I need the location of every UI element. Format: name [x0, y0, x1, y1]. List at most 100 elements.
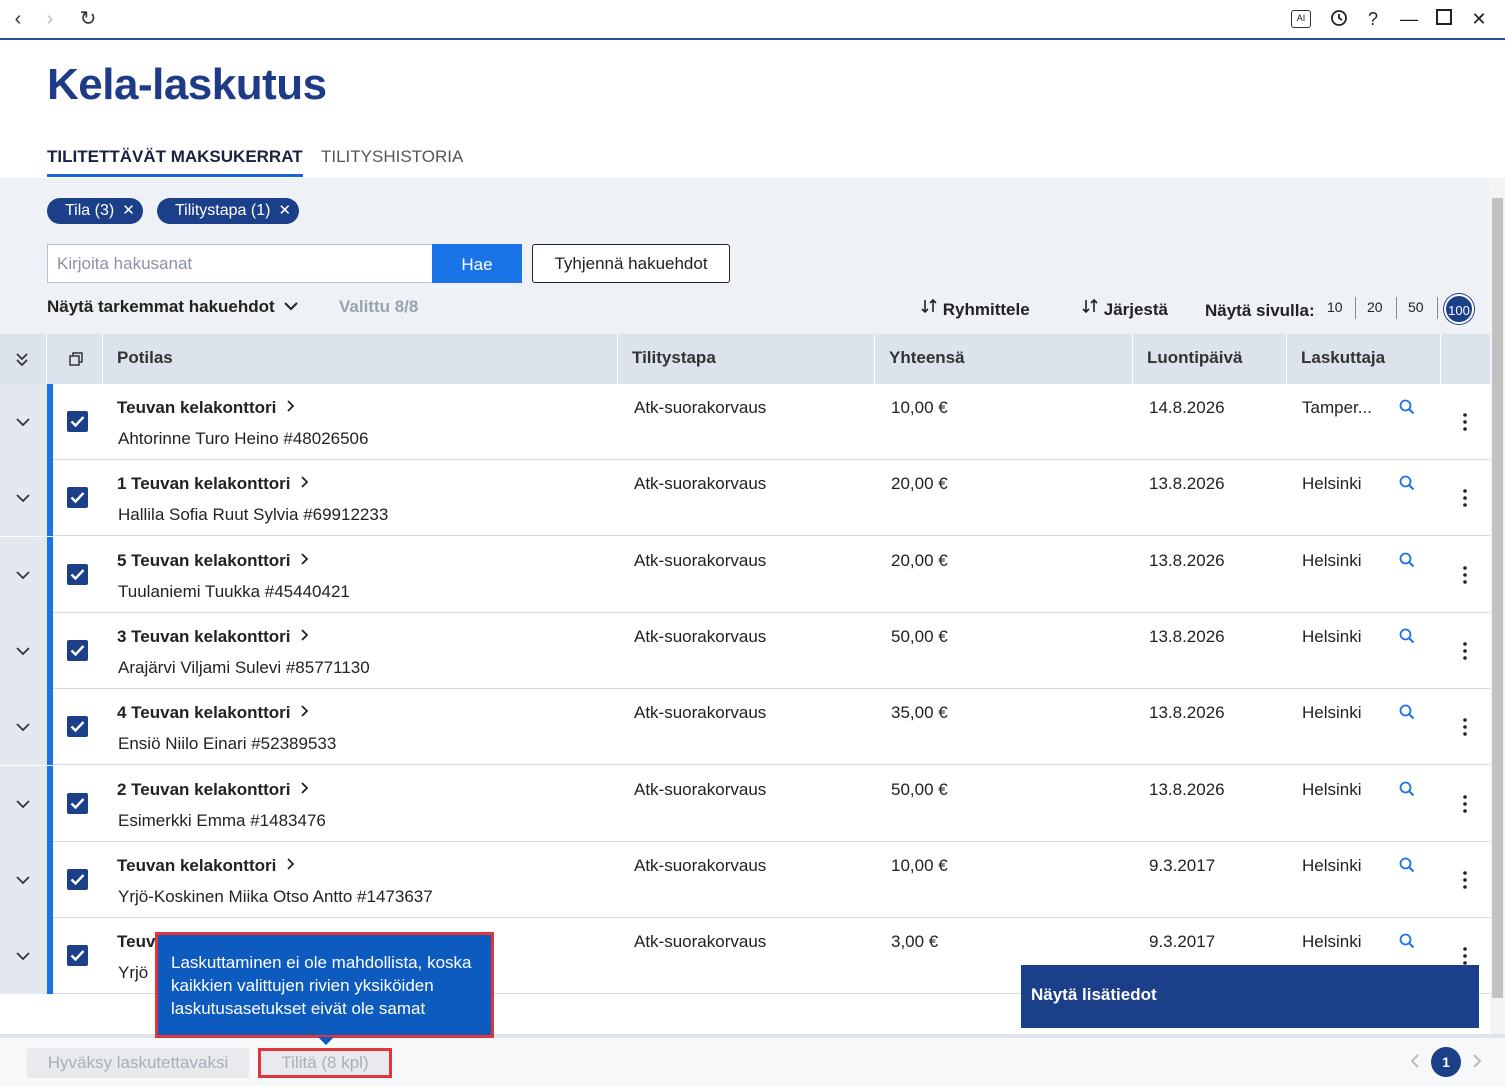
row-checkbox[interactable]	[67, 869, 88, 890]
per-page-10[interactable]: 10	[1327, 299, 1343, 315]
ai-icon[interactable]: AI	[1291, 10, 1311, 28]
row-expand-toggle[interactable]	[0, 460, 47, 536]
more-options-icon[interactable]	[1458, 794, 1472, 814]
table-row[interactable]: 2 Teuvan kelakonttori Esimerkki Emma #14…	[0, 766, 1490, 842]
more-options-icon[interactable]	[1458, 412, 1472, 432]
approve-button[interactable]: Hyväksy laskutettavaksi	[27, 1048, 249, 1078]
search-icon[interactable]	[1398, 627, 1416, 650]
office-link[interactable]: 5 Teuvan kelakonttori	[117, 551, 309, 571]
filter-chip-tilitystapa[interactable]: Tilitystapa (1) ✕	[157, 198, 300, 224]
filter-chip-tila[interactable]: Tila (3) ✕	[47, 198, 143, 224]
back-icon[interactable]: ‹	[6, 8, 30, 32]
tab-tilityshistoria[interactable]: TILITYSHISTORIA	[321, 147, 463, 177]
row-checkbox[interactable]	[67, 640, 88, 661]
search-icon[interactable]	[1398, 856, 1416, 879]
group-button[interactable]: Ryhmittele	[920, 297, 1030, 320]
table-row[interactable]: Teuvan kelakonttori Yrjö-Koskinen Miika …	[0, 842, 1490, 918]
search-button[interactable]: Hae	[432, 244, 522, 283]
table-row[interactable]: 3 Teuvan kelakonttori Arajärvi Viljami S…	[0, 613, 1490, 689]
office-link[interactable]: 4 Teuvan kelakonttori	[117, 703, 309, 723]
office-link[interactable]: 1 Teuvan kelakonttori	[117, 474, 309, 494]
column-yhteensa[interactable]: Yhteensä	[875, 334, 1133, 384]
search-icon[interactable]	[1398, 932, 1416, 955]
row-expand-toggle[interactable]	[0, 537, 47, 613]
chip-remove-icon[interactable]: ✕	[278, 202, 291, 219]
patient-name: Yrjö	[118, 963, 149, 982]
checkmark-icon	[70, 569, 85, 581]
row-checkbox[interactable]	[67, 793, 88, 814]
close-icon[interactable]: ✕	[1466, 8, 1492, 32]
divider	[1355, 297, 1356, 319]
details-panel-button[interactable]: Näytä lisätiedot	[1021, 965, 1479, 1028]
office-link[interactable]: Teuvan kelakonttori	[117, 398, 295, 418]
table-row[interactable]: 5 Teuvan kelakonttori Tuulaniemi Tuukka …	[0, 537, 1490, 613]
row-expand-toggle[interactable]	[0, 842, 47, 918]
page-title: Kela-laskutus	[47, 60, 327, 109]
search-icon[interactable]	[1398, 474, 1416, 497]
column-potilas[interactable]: Potilas	[103, 334, 618, 384]
biller: Helsinki	[1302, 474, 1362, 493]
row-checkbox[interactable]	[67, 564, 88, 585]
settle-button[interactable]: Tilitä (8 kpl)	[258, 1048, 392, 1078]
row-expand-toggle[interactable]	[0, 766, 47, 842]
office-link[interactable]: 2 Teuvan kelakonttori	[117, 780, 309, 800]
prev-page-icon[interactable]	[1408, 1052, 1422, 1075]
search-icon[interactable]	[1398, 551, 1416, 574]
search-input[interactable]: Kirjoita hakusanat	[47, 244, 433, 283]
select-all-icon[interactable]	[47, 334, 103, 384]
per-page-50[interactable]: 50	[1408, 299, 1424, 315]
office-link[interactable]: Teuvan kelakonttori	[117, 856, 295, 876]
chevron-right-icon	[301, 782, 309, 794]
advanced-search-toggle[interactable]: Näytä tarkemmat hakuehdot	[47, 297, 299, 317]
table-row[interactable]: Teuvan kelakonttori Ahtorinne Turo Heino…	[0, 384, 1490, 460]
row-checkbox[interactable]	[67, 716, 88, 737]
table-row[interactable]: 1 Teuvan kelakonttori Hallila Sofia Ruut…	[0, 460, 1490, 536]
table-row[interactable]: 4 Teuvan kelakonttori Ensiö Niilo Einari…	[0, 689, 1490, 765]
row-expand-toggle[interactable]	[0, 384, 47, 460]
maximize-icon[interactable]	[1431, 8, 1457, 32]
column-luontipaiva[interactable]: Luontipäivä	[1133, 334, 1287, 384]
reload-icon[interactable]: ↻	[76, 8, 100, 32]
per-page-20[interactable]: 20	[1367, 299, 1383, 315]
office-name: 3 Teuvan kelakonttori	[117, 627, 291, 646]
more-options-icon[interactable]	[1458, 488, 1472, 508]
office-name: 4 Teuvan kelakonttori	[117, 703, 291, 722]
table-header: Potilas Tilitystapa Yhteensä Luontipäivä…	[0, 334, 1490, 384]
patient-name: Tuulaniemi Tuukka #45440421	[118, 582, 350, 601]
patient-name: Esimerkki Emma #1483476	[118, 811, 326, 830]
minimize-icon[interactable]: —	[1396, 8, 1422, 32]
per-page-100[interactable]: 100	[1444, 294, 1474, 324]
vertical-scrollbar[interactable]	[1490, 178, 1505, 1034]
column-laskuttaja[interactable]: Laskuttaja	[1287, 334, 1441, 384]
row-expand-toggle[interactable]	[0, 918, 47, 994]
row-checkbox[interactable]	[67, 945, 88, 966]
help-icon[interactable]: ?	[1360, 8, 1386, 32]
search-icon[interactable]	[1398, 703, 1416, 726]
row-expand-toggle[interactable]	[0, 689, 47, 765]
checkmark-icon	[70, 645, 85, 657]
row-expand-toggle[interactable]	[0, 613, 47, 689]
chip-remove-icon[interactable]: ✕	[122, 202, 135, 219]
clear-filters-button[interactable]: Tyhjennä hakuehdot	[532, 244, 730, 283]
payment-method: Atk-suorakorvaus	[634, 398, 767, 417]
column-tilitystapa[interactable]: Tilitystapa	[618, 334, 875, 384]
more-options-icon[interactable]	[1458, 565, 1472, 585]
forward-icon[interactable]: ›	[38, 8, 62, 32]
sort-button[interactable]: Järjestä	[1081, 297, 1168, 320]
next-page-icon[interactable]	[1470, 1052, 1484, 1075]
row-checkbox[interactable]	[67, 487, 88, 508]
more-options-icon[interactable]	[1458, 946, 1472, 966]
more-options-icon[interactable]	[1458, 717, 1472, 737]
office-link[interactable]: 3 Teuvan kelakonttori	[117, 627, 309, 647]
row-checkbox[interactable]	[67, 411, 88, 432]
more-options-icon[interactable]	[1458, 641, 1472, 661]
chevron-right-icon	[301, 553, 309, 565]
more-options-icon[interactable]	[1458, 870, 1472, 890]
expand-all-icon[interactable]	[0, 334, 47, 384]
search-icon[interactable]	[1398, 780, 1416, 803]
scrollbar-thumb[interactable]	[1492, 198, 1503, 998]
page-number[interactable]: 1	[1431, 1047, 1461, 1077]
tab-tilitettavat[interactable]: TILITETTÄVÄT MAKSUKERRAT	[47, 147, 303, 177]
search-icon[interactable]	[1398, 398, 1416, 421]
history-icon[interactable]	[1326, 8, 1352, 32]
